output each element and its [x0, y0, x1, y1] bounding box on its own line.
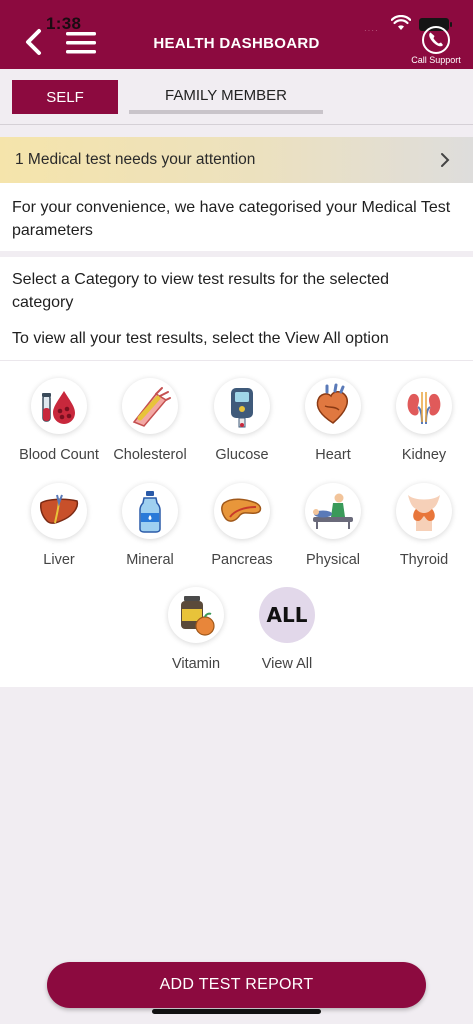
signal-icon: ····	[364, 26, 379, 35]
category-kidney[interactable]: Kidney	[376, 378, 472, 470]
info-text: For your convenience, we have categorise…	[0, 183, 473, 251]
tab-family-member[interactable]: FAMILY MEMBER	[129, 80, 323, 114]
category-label: Kidney	[401, 447, 447, 463]
category-pancreas[interactable]: Pancreas	[194, 483, 290, 575]
member-tabs: SELF FAMILY MEMBER	[0, 69, 473, 125]
view-all-hint-text: To view all your test results, select th…	[12, 330, 389, 347]
mineral-bottle-icon	[122, 483, 178, 539]
blood-count-icon	[31, 378, 87, 434]
tab-self[interactable]: SELF	[12, 80, 118, 114]
physical-exam-icon	[305, 483, 361, 539]
glucose-meter-icon	[214, 378, 270, 434]
divider	[0, 360, 473, 361]
all-icon: ALL	[259, 587, 315, 643]
categories-panel: Select a Category to view test results f…	[0, 257, 473, 687]
category-view-all[interactable]: ALL View All	[239, 587, 335, 679]
category-liver[interactable]: Liver	[11, 483, 107, 575]
kidney-icon	[396, 378, 452, 434]
cholesterol-icon	[122, 378, 178, 434]
phone-icon	[422, 26, 450, 54]
category-blood-count[interactable]: Blood Count	[11, 378, 107, 470]
vitamin-icon	[168, 587, 224, 643]
category-label: Thyroid	[399, 552, 449, 568]
category-physical[interactable]: Physical	[285, 483, 381, 575]
call-support-button[interactable]: Call Support	[406, 26, 466, 66]
category-vitamin[interactable]: Vitamin	[148, 587, 244, 679]
category-mineral[interactable]: Mineral	[102, 483, 198, 575]
home-indicator	[152, 1009, 321, 1014]
heart-icon	[305, 378, 361, 434]
page-title: HEALTH DASHBOARD	[153, 35, 320, 52]
alert-text: 1 Medical test needs your attention	[15, 151, 256, 168]
thyroid-icon	[396, 483, 452, 539]
category-label: View All	[261, 656, 313, 672]
category-heart[interactable]: Heart	[285, 378, 381, 470]
category-glucose[interactable]: Glucose	[194, 378, 290, 470]
attention-alert[interactable]: 1 Medical test needs your attention	[0, 137, 473, 183]
add-test-report-button[interactable]: ADD TEST REPORT	[47, 962, 426, 1008]
liver-icon	[31, 483, 87, 539]
call-support-label: Call Support	[411, 55, 461, 65]
chevron-right-icon	[441, 153, 450, 167]
select-category-text: Select a Category to view test results f…	[12, 271, 390, 311]
category-cholesterol[interactable]: Cholesterol	[102, 378, 198, 470]
category-thyroid[interactable]: Thyroid	[376, 483, 472, 575]
pancreas-icon	[214, 483, 270, 539]
app-header: 1:38 ···· HEALTH DASHBOARD Call Support	[0, 0, 473, 69]
